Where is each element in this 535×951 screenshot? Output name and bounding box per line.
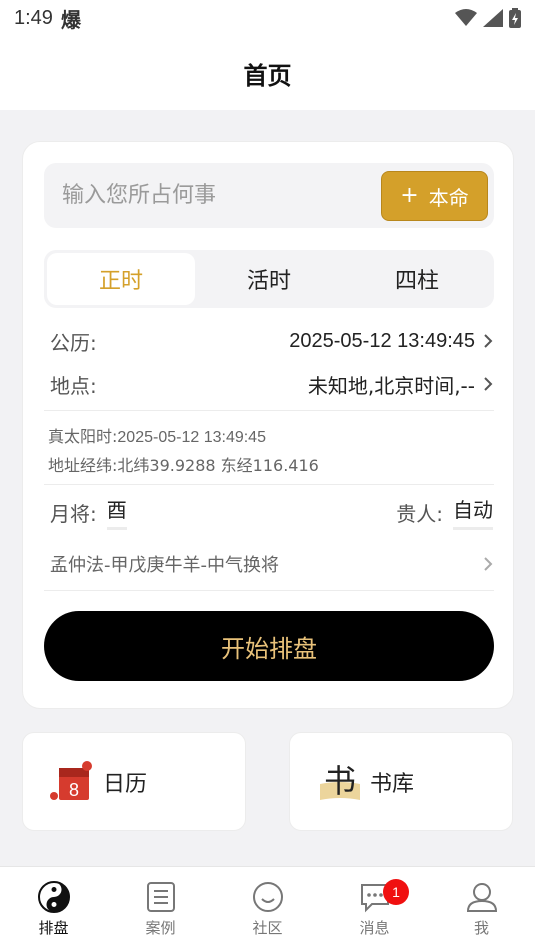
divider xyxy=(44,484,494,485)
wifi-icon xyxy=(455,9,477,26)
start-paipan-button[interactable]: 开始排盘 xyxy=(44,611,494,681)
plus-icon: + xyxy=(400,183,419,208)
tab-zhengshi[interactable]: 正时 xyxy=(47,253,195,305)
battery-icon xyxy=(509,8,521,28)
location-label: 地点: xyxy=(50,373,97,398)
nav-community[interactable]: 社区 xyxy=(214,867,321,951)
calendar-tile-label: 日历 xyxy=(103,771,148,797)
benming-button-label: 本命 xyxy=(428,185,469,210)
page-title: 首页 xyxy=(243,61,292,90)
true-solar-label: 真太阳时: xyxy=(48,427,118,446)
calendar-day: 8 xyxy=(69,780,79,800)
yuejiang-select[interactable]: 酉 xyxy=(106,494,127,530)
nav-cases[interactable]: 案例 xyxy=(107,867,214,951)
guiren-select[interactable]: 自动 xyxy=(453,494,493,530)
divider xyxy=(44,590,494,591)
nav-me[interactable]: 我 xyxy=(428,867,535,951)
yuejiang-row: 月将: 酉 贵人: 自动 xyxy=(50,494,493,530)
yuejiang-label: 月将: xyxy=(50,501,97,526)
gongli-row[interactable]: 公历: 2025-05-12 13:49:45 xyxy=(50,326,493,356)
nav-label: 案例 xyxy=(145,919,176,937)
coords-value: 北纬39.9288 东经116.416 xyxy=(117,456,319,475)
chevron-right-icon xyxy=(484,557,493,571)
calendar-tile[interactable]: 8 日历 xyxy=(22,732,246,831)
book-glyph: 书 xyxy=(324,762,356,800)
smile-icon xyxy=(252,882,283,912)
status-extra-icon: 爆 xyxy=(60,7,81,32)
time-mode-tabs: 正时 活时 四柱 xyxy=(44,250,494,308)
chevron-right-icon xyxy=(484,377,493,391)
coords-label: 地址经纬: xyxy=(48,456,118,475)
header: 首页 xyxy=(0,36,535,110)
document-icon xyxy=(146,882,175,912)
method-row[interactable]: 孟仲法-甲戊庚牛羊-中气换将 xyxy=(50,546,493,582)
main-card: + 本命 正时 活时 四柱 公历: 2025-05-12 13:49:45 地点… xyxy=(22,141,514,709)
search-row: + 本命 xyxy=(44,163,494,228)
guiren-label: 贵人: xyxy=(396,501,443,526)
book-icon: 书 xyxy=(320,762,360,800)
bottom-nav: 排盘 案例 社区 1 消息 我 xyxy=(0,866,535,951)
signal-icon xyxy=(483,9,503,27)
yin-yang-icon xyxy=(37,881,70,913)
true-solar-value: 2025-05-12 13:49:45 xyxy=(117,429,266,446)
method-value: 孟仲法-甲戊庚牛羊-中气换将 xyxy=(50,555,279,576)
status-bar: 1:49 爆 xyxy=(0,0,535,36)
gongli-value: 2025-05-12 13:49:45 xyxy=(289,329,475,352)
nav-paipan[interactable]: 排盘 xyxy=(0,867,107,951)
nav-label: 排盘 xyxy=(38,919,69,937)
nav-messages[interactable]: 1 消息 xyxy=(321,867,428,951)
true-solar-line: 真太阳时:2025-05-12 13:49:45 xyxy=(48,423,266,447)
calendar-icon: 8 xyxy=(50,760,92,800)
tab-sizhu[interactable]: 四柱 xyxy=(343,253,491,305)
search-input[interactable] xyxy=(62,163,362,228)
chevron-right-icon xyxy=(484,334,493,348)
coords-line: 地址经纬:北纬39.9288 东经116.416 xyxy=(48,452,319,476)
nav-label: 我 xyxy=(473,919,489,937)
location-row[interactable]: 地点: 未知地,北京时间,-- xyxy=(50,369,493,399)
status-time: 1:49 xyxy=(14,6,53,29)
library-tile[interactable]: 书 书库 xyxy=(289,732,513,831)
library-tile-label: 书库 xyxy=(370,771,415,797)
gongli-label: 公历: xyxy=(50,330,97,355)
status-icons xyxy=(455,8,521,28)
nav-label: 消息 xyxy=(359,919,390,937)
location-value: 未知地,北京时间,-- xyxy=(307,373,475,398)
divider xyxy=(44,410,494,411)
benming-button[interactable]: + 本命 xyxy=(381,171,488,221)
unread-badge: 1 xyxy=(383,879,409,905)
nav-label: 社区 xyxy=(252,919,283,937)
tab-huoshi[interactable]: 活时 xyxy=(195,253,343,305)
user-icon xyxy=(466,883,497,912)
